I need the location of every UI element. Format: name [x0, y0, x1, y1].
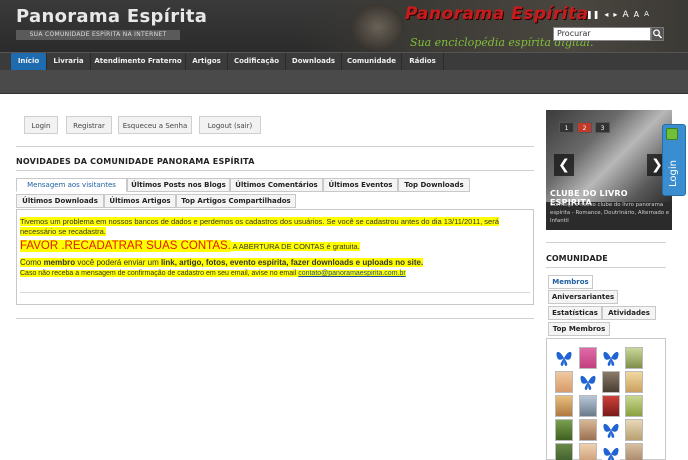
divider — [546, 267, 666, 268]
divider — [16, 318, 534, 319]
tab-ultimos-artigos[interactable]: Últimos Artigos — [104, 194, 176, 208]
membro-text: membro — [43, 258, 76, 267]
tab-atividades[interactable]: Atividades — [602, 306, 656, 320]
search-icon — [653, 29, 663, 39]
message-text: você poderá enviar um — [75, 258, 161, 267]
member-avatar[interactable] — [579, 371, 597, 393]
font-medium-button[interactable]: A — [634, 10, 639, 20]
member-avatar[interactable] — [625, 443, 643, 460]
tab-estatisticas[interactable]: Estatísticas — [548, 306, 602, 320]
divider — [546, 242, 666, 243]
member-avatar[interactable] — [555, 395, 573, 417]
register-button[interactable]: Registrar — [66, 116, 112, 134]
search-input[interactable]: Procurar — [553, 27, 651, 41]
member-avatar[interactable] — [555, 443, 573, 460]
section-title: NOVIDADES DA COMUNIDADE PANORAMA ESPÍRIT… — [16, 157, 255, 166]
slider-dot-1[interactable]: 1 — [559, 122, 574, 133]
member-avatar[interactable] — [625, 419, 643, 441]
member-avatar[interactable] — [579, 395, 597, 417]
page-root: Panorama Espírita SUA COMUNIDADE ESPÍRIT… — [0, 0, 688, 460]
confirmation-text: Caso não receba a mensagem de confirmaçã… — [20, 270, 299, 277]
nav-item-livraria[interactable]: Livraria — [47, 53, 91, 71]
user-icon — [666, 128, 678, 140]
font-large-button[interactable]: A — [622, 10, 628, 20]
next-icon[interactable]: ▸ — [613, 10, 617, 20]
site-header: Panorama Espírita SUA COMUNIDADE ESPÍRIT… — [0, 0, 688, 52]
tab-ultimos-posts[interactable]: Últimos Posts nos Blogs — [127, 178, 230, 192]
member-avatar[interactable] — [625, 371, 643, 393]
font-small-button[interactable]: A — [644, 10, 649, 20]
slider-prev-button[interactable]: ❮ — [554, 154, 574, 176]
pause-icon[interactable]: ❚❚ — [586, 10, 599, 20]
message-text: Como — [20, 258, 44, 267]
member-avatar[interactable] — [602, 347, 620, 369]
tab-ultimos-eventos[interactable]: Últimos Eventos — [323, 178, 398, 192]
member-avatar[interactable] — [579, 443, 597, 460]
abertura-text: A ABERTURA DE CONTAS é gratuita. — [230, 242, 360, 251]
features-text: link, artigo, fotos, evento espírita, fa… — [160, 258, 424, 267]
sub-nav-bar — [0, 70, 688, 94]
site-tagline: SUA COMUNIDADE ESPÍRITA NA INTERNET — [16, 30, 180, 40]
message-paragraph-4: Caso não receba a mensagem de confirmaçã… — [20, 270, 406, 277]
message-line-1: Tivemos um problema em nossos bancos de … — [20, 217, 499, 226]
contact-email-link[interactable]: contato@panoramaespirita.com.br — [298, 270, 406, 277]
tab-ultimos-comentarios[interactable]: Últimos Comentários — [230, 178, 323, 192]
tab-ultimos-downloads[interactable]: Últimos Downloads — [16, 194, 104, 208]
nav-item-artigos[interactable]: Artigos — [186, 53, 228, 71]
nav-item-codificacao[interactable]: Codificação — [228, 53, 286, 71]
banner-title: Panorama Espírita — [405, 4, 589, 24]
divider — [16, 146, 534, 147]
slider-dot-3[interactable]: 3 — [595, 122, 610, 133]
divider — [20, 292, 530, 293]
members-grid — [546, 338, 666, 460]
tab-membros[interactable]: Membros — [548, 275, 593, 289]
butterfly-icon — [603, 447, 619, 460]
member-avatar[interactable] — [579, 419, 597, 441]
site-title[interactable]: Panorama Espírita — [16, 6, 207, 27]
message-paragraph-3: Como membro você poderá enviar um link, … — [20, 258, 424, 267]
community-title: COMUNIDADE — [546, 254, 608, 263]
member-avatar[interactable] — [555, 347, 573, 369]
member-avatar[interactable] — [579, 347, 597, 369]
butterfly-icon — [556, 351, 572, 366]
message-line-1b: necessário se recadastra. — [20, 227, 106, 236]
butterfly-icon — [580, 375, 596, 390]
prev-icon[interactable]: ◂ — [604, 10, 608, 20]
butterfly-icon — [603, 423, 619, 438]
tab-top-artigos[interactable]: Top Artigos Compartilhados — [176, 194, 296, 208]
member-avatar[interactable] — [555, 419, 573, 441]
recadastrar-warning: FAVOR .RECADATRAR SUAS CONTAS. — [20, 240, 231, 252]
nav-item-inicio[interactable]: Início — [11, 53, 47, 71]
login-side-tab-label: Login — [668, 160, 679, 187]
member-avatar[interactable] — [602, 443, 620, 460]
main-nav: Início Livraria Atendimento Fraterno Art… — [0, 52, 688, 71]
media-controls: ❚❚ ◂ ▸ A A A — [586, 10, 649, 20]
member-avatar[interactable] — [602, 371, 620, 393]
butterfly-icon — [603, 351, 619, 366]
tab-top-downloads[interactable]: Top Downloads — [398, 178, 470, 192]
search-button[interactable] — [651, 27, 664, 41]
divider — [16, 170, 534, 171]
member-avatar[interactable] — [625, 395, 643, 417]
banner-portrait — [352, 4, 404, 50]
message-paragraph-2: FAVOR .RECADATRAR SUAS CONTAS. A ABERTUR… — [20, 240, 360, 252]
message-paragraph-1: Tivemos um problema em nossos bancos de … — [20, 217, 532, 237]
slider-dot-2[interactable]: 2 — [577, 122, 592, 133]
nav-item-radios[interactable]: Rádios — [402, 53, 444, 71]
member-avatar[interactable] — [555, 371, 573, 393]
slider-caption-text: Conheça o nosso clube do livro panorama … — [550, 202, 670, 224]
member-avatar[interactable] — [602, 395, 620, 417]
logout-button[interactable]: Logout (sair) — [199, 116, 261, 134]
login-button[interactable]: Login — [24, 116, 58, 134]
member-avatar[interactable] — [625, 347, 643, 369]
nav-item-atendimento[interactable]: Atendimento Fraterno — [91, 53, 186, 71]
featured-slider: 1 2 3 ❮ ❯ CLUBE DO LIVRO ESPIRITA Conheç… — [546, 110, 672, 230]
tab-aniversariantes[interactable]: Aniversariantes — [548, 290, 618, 304]
nav-item-comunidade[interactable]: Comunidade — [342, 53, 402, 71]
nav-item-downloads[interactable]: Downloads — [286, 53, 342, 71]
forgot-password-button[interactable]: Esqueceu a Senha — [118, 116, 192, 134]
tab-mensagem-visitantes[interactable]: Mensagem aos visitantes — [16, 178, 127, 192]
tab-top-membros[interactable]: Top Membros — [548, 322, 610, 336]
member-avatar[interactable] — [602, 419, 620, 441]
